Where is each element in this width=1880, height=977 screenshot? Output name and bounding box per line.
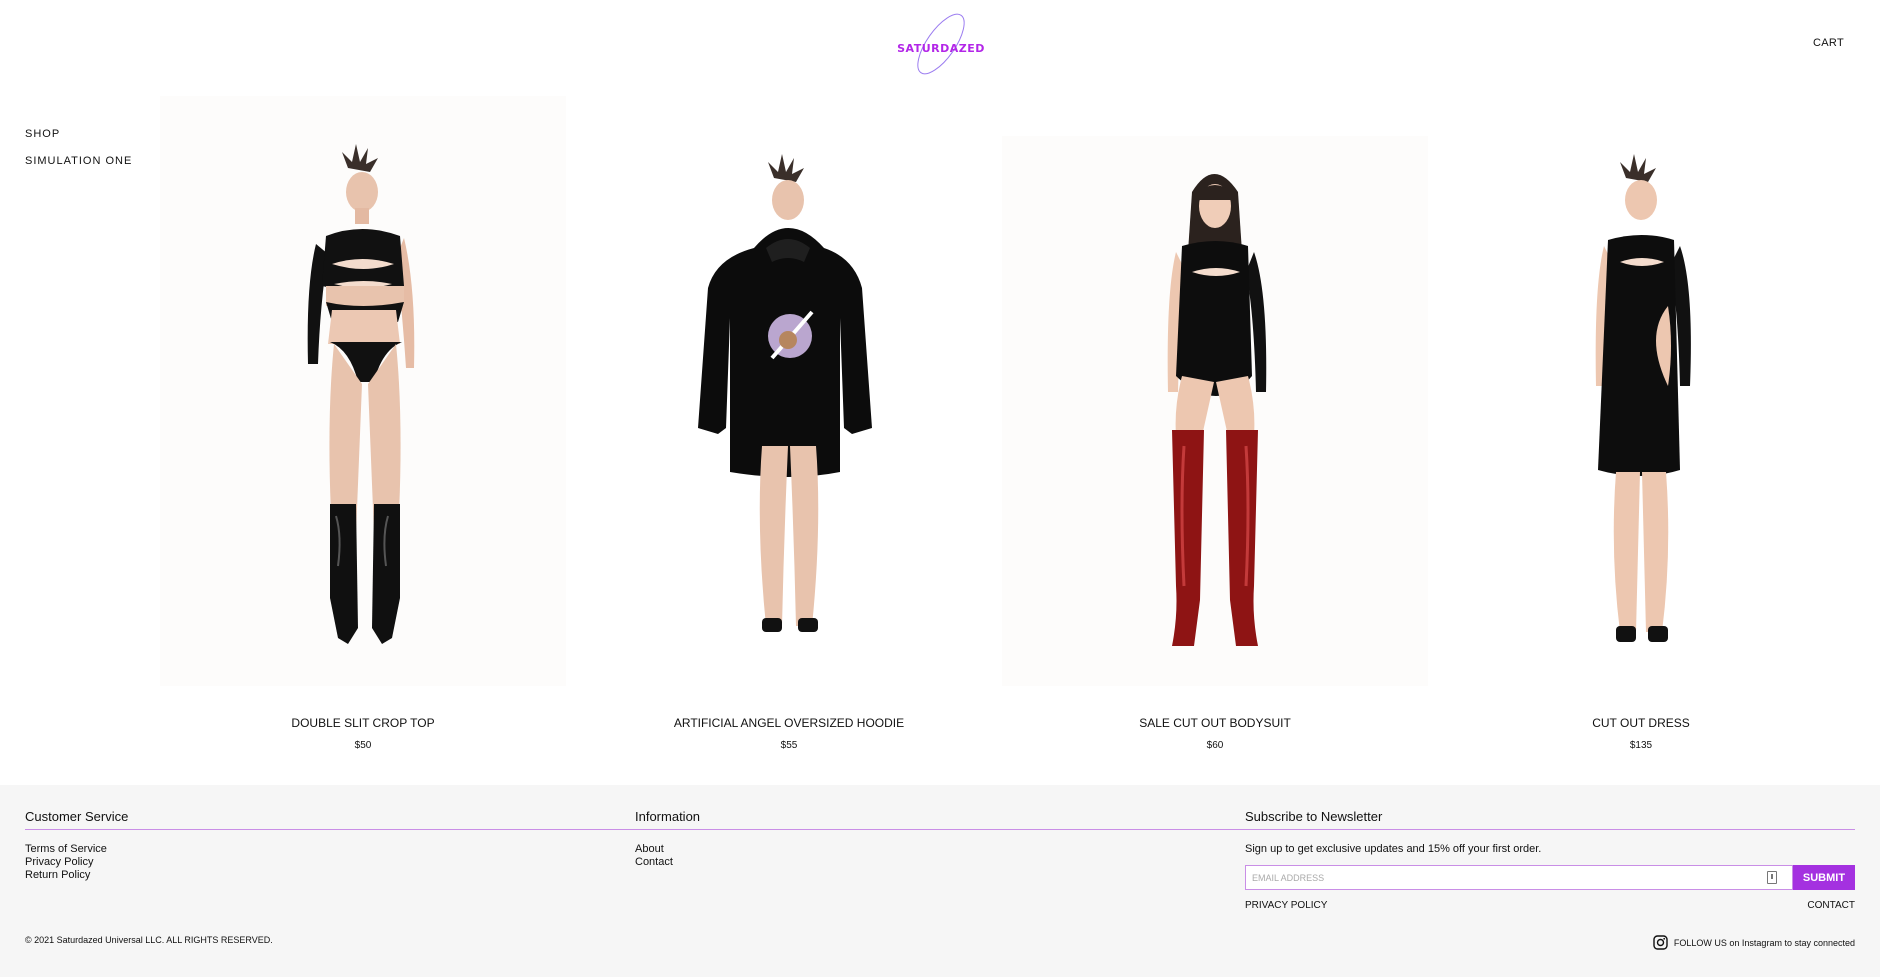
copyright-text: © 2021 Saturdazed Universal LLC. ALL RIG…: [25, 935, 273, 945]
product-price: $50: [354, 740, 372, 751]
footer-contact-link[interactable]: CONTACT: [1807, 900, 1855, 911]
contact-link[interactable]: Contact: [635, 856, 700, 869]
return-policy-link[interactable]: Return Policy: [25, 869, 128, 882]
product-photo: [1428, 154, 1854, 686]
instagram-icon: [1653, 935, 1668, 950]
site-logo[interactable]: SATURDAZED: [888, 8, 994, 78]
follow-text: FOLLOW US on Instagram to stay connected: [1673, 937, 1855, 948]
footer-privacy-policy-link[interactable]: PRIVACY POLICY: [1245, 900, 1327, 911]
side-navigation: SHOP SIMULATION ONE: [25, 128, 132, 182]
footer-divider: [25, 829, 1855, 830]
product-price: $135: [1629, 740, 1653, 751]
product-title[interactable]: CUT OUT DRESS: [1428, 716, 1854, 730]
footer-newsletter: Subscribe to Newsletter Sign up to get e…: [1245, 809, 1541, 855]
product-title[interactable]: DOUBLE SLIT CROP TOP: [150, 716, 576, 730]
site-footer: Customer Service Terms of Service Privac…: [0, 785, 1880, 977]
product-card[interactable]: SALE CUT OUT BODYSUIT $60: [1002, 96, 1428, 756]
newsletter-heading: Subscribe to Newsletter: [1245, 809, 1383, 824]
product-title[interactable]: SALE CUT OUT BODYSUIT: [1002, 716, 1428, 730]
product-photo: [576, 96, 1002, 686]
product-price: $55: [780, 740, 798, 751]
product-photo: [160, 96, 566, 686]
product-title[interactable]: ARTIFICIAL ANGEL OVERSIZED HOODIE: [576, 716, 1002, 730]
instagram-follow-link[interactable]: FOLLOW US on Instagram to stay connected: [1653, 935, 1855, 950]
nav-item-shop[interactable]: SHOP: [25, 128, 132, 140]
submit-button[interactable]: SUBMIT: [1793, 865, 1855, 890]
footer-information: Information About Contact: [635, 809, 700, 869]
about-link[interactable]: About: [635, 843, 700, 856]
product-card[interactable]: DOUBLE SLIT CROP TOP $50: [150, 96, 576, 756]
autofill-icon: [1767, 871, 1777, 884]
footer-customer-service: Customer Service Terms of Service Privac…: [25, 809, 128, 882]
information-heading: Information: [635, 809, 701, 824]
logo-text: SATURDAZED: [897, 42, 985, 55]
newsletter-description: Sign up to get exclusive updates and 15%…: [1245, 843, 1542, 855]
product-card[interactable]: ARTIFICIAL ANGEL OVERSIZED HOODIE $55: [576, 96, 1002, 756]
terms-of-service-link[interactable]: Terms of Service: [25, 843, 128, 856]
cart-link[interactable]: CART: [1813, 37, 1844, 49]
newsletter-form: SUBMIT: [1245, 865, 1855, 890]
privacy-policy-link[interactable]: Privacy Policy: [25, 856, 128, 869]
customer-service-heading: Customer Service: [25, 809, 129, 824]
nav-item-simulation-one[interactable]: SIMULATION ONE: [25, 155, 132, 167]
product-photo: [1002, 136, 1428, 686]
product-grid: DOUBLE SLIT CROP TOP $50 ARTIFICIAL ANGE…: [150, 96, 1880, 756]
product-price: $60: [1206, 740, 1224, 751]
product-card[interactable]: CUT OUT DRESS $135: [1428, 96, 1854, 756]
email-input[interactable]: [1245, 865, 1793, 890]
site-header: SATURDAZED CART: [0, 0, 1880, 96]
